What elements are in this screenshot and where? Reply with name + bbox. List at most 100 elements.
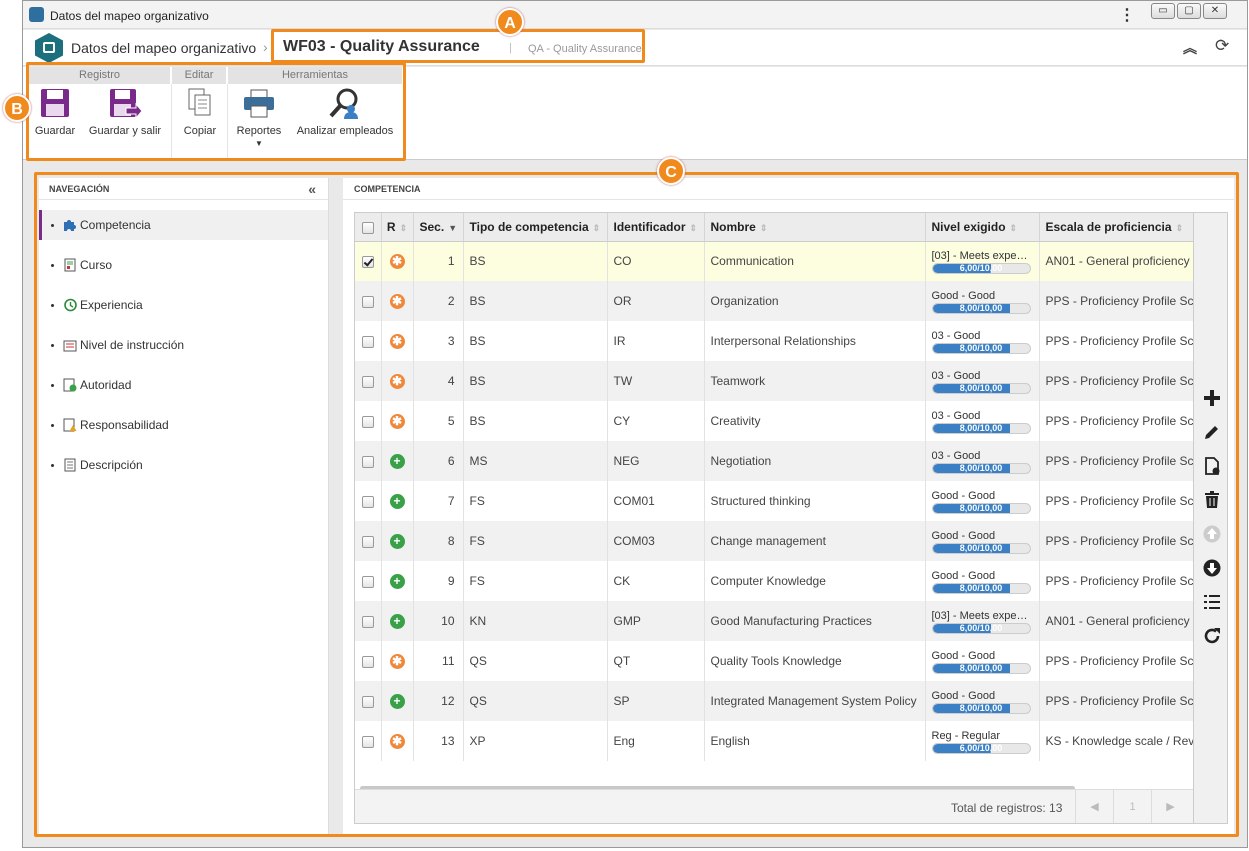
puzzle-icon [63, 213, 77, 231]
nav-item-autoridad[interactable]: Autoridad [39, 370, 328, 400]
save-button[interactable]: Guardar [31, 87, 79, 137]
cell-type: BS [463, 321, 608, 361]
group-herramientas: Herramientas [228, 67, 403, 84]
row-checkbox[interactable] [361, 655, 374, 668]
level-progress-bar: 8,00/10,00 [931, 542, 1031, 554]
row-checkbox[interactable] [361, 495, 374, 508]
cell-seq: 9 [413, 561, 464, 601]
column-header-id[interactable]: Identificador ⇕ [607, 213, 705, 242]
row-checkbox[interactable] [361, 455, 374, 468]
cell-type: BS [463, 401, 608, 441]
table-row[interactable]: ✱ 11 QS QT Quality Tools Knowledge Good - Goo… [355, 641, 1193, 681]
minimize-button[interactable]: ▭ [1151, 3, 1175, 19]
row-checkbox[interactable] [361, 295, 374, 308]
cell-level: Good - Good 8,00/10,00 [931, 529, 1039, 554]
table-row[interactable]: +7 FS COM01 Structured thinking Good - Good 8… [355, 481, 1193, 521]
table-row[interactable]: ✱ 1 BS CO Communication [03] - Meets expe… 6,0… [355, 241, 1193, 281]
delete-icon[interactable] [1202, 491, 1222, 511]
table-row[interactable]: +12 QS SP Integrated Management System Poli… [355, 681, 1193, 721]
move-up-icon[interactable] [1202, 525, 1222, 545]
analyze-employees-button[interactable]: Analizar empleados [293, 87, 397, 137]
ribbon-toolbar: Registro Editar Herramientas Guardar Gua… [23, 67, 1247, 160]
column-header-name[interactable]: Nombre ⇕ [704, 213, 926, 242]
level-progress-bar: 8,00/10,00 [931, 702, 1031, 714]
table-row[interactable]: ✱ 13 XP Eng English Reg - Regular 6,00/10,00 KS… [355, 721, 1193, 761]
table-row[interactable]: +8 FS COM03 Change management Good - Good 8,0… [355, 521, 1193, 561]
app-logo-icon [35, 33, 63, 63]
cell-level: [03] - Meets expe… 6,00/10,00 [931, 249, 1039, 274]
row-checkbox[interactable] [361, 335, 374, 348]
column-header-level[interactable]: Nivel exigido ⇕ [925, 213, 1040, 242]
cell-name: Structured thinking [704, 481, 926, 521]
reload-icon[interactable]: ⟳ [1215, 36, 1229, 56]
prev-page-button[interactable]: ◀ [1075, 790, 1113, 823]
table-row[interactable]: ✱ 4 BS TW Teamwork 03 - Good 8,00/10,00 PPS - P… [355, 361, 1193, 401]
table-row[interactable]: +9 FS CK Computer Knowledge Good - Good 8,00/… [355, 561, 1193, 601]
table-row[interactable]: +6 MS NEG Negotiation 03 - Good 8,00/10,00 PPS… [355, 441, 1193, 481]
history-icon [63, 293, 77, 312]
copy-button[interactable]: Copiar [179, 87, 221, 137]
cell-type: MS [463, 441, 608, 481]
save-exit-button[interactable]: Guardar y salir [85, 87, 165, 137]
table-row[interactable]: ✱ 2 BS OR Organization Good - Good 8,00/10,00 P… [355, 281, 1193, 321]
next-page-button[interactable]: ▶ [1151, 790, 1189, 823]
cell-level: 03 - Good 8,00/10,00 [931, 449, 1039, 474]
level-progress-bar: 8,00/10,00 [931, 422, 1031, 434]
refresh-icon[interactable] [1202, 627, 1222, 647]
collapse-header-icon[interactable]: ︽ [1183, 38, 1197, 58]
nav-item-curso[interactable]: Curso [39, 250, 328, 280]
details-icon[interactable] [1202, 457, 1222, 477]
dropdown-caret-icon[interactable]: ▼ [233, 139, 285, 148]
table-row[interactable]: +10 KN GMP Good Manufacturing Practices [03]… [355, 601, 1193, 641]
nav-item-nivel-instruccion[interactable]: Nivel de instrucción [39, 330, 328, 360]
copy-icon [186, 87, 214, 121]
cell-name: Quality Tools Knowledge [704, 641, 926, 681]
row-checkbox[interactable] [361, 256, 374, 269]
navigation-header: NAVEGACIÓN « [39, 178, 328, 200]
column-header-r[interactable]: R ⇕ [381, 213, 414, 242]
cell-level: Good - Good 8,00/10,00 [931, 489, 1039, 514]
nav-item-descripcion[interactable]: Descripción [39, 450, 328, 480]
cell-scale: PPS - Proficiency Profile Sc [1039, 681, 1193, 721]
cell-name: Good Manufacturing Practices [704, 601, 926, 641]
cell-level: 03 - Good 8,00/10,00 [931, 369, 1039, 394]
table-row[interactable]: ✱ 5 BS CY Creativity 03 - Good 8,00/10,00 PPS -… [355, 401, 1193, 441]
nav-item-experiencia[interactable]: Experiencia [39, 290, 328, 320]
edit-icon[interactable] [1202, 423, 1222, 443]
list-icon[interactable] [1202, 593, 1222, 613]
column-header-seq[interactable]: Sec. ▼ [413, 213, 464, 242]
maximize-button[interactable]: ▢ [1177, 3, 1201, 19]
nav-item-competencia[interactable]: Competencia [39, 210, 328, 240]
select-all-checkbox[interactable] [355, 213, 382, 242]
annotation-badge-c: C [657, 157, 685, 185]
column-header-scale[interactable]: Escala de proficiencia ⇕ [1039, 213, 1193, 242]
move-down-icon[interactable] [1202, 559, 1222, 579]
cell-id: CO [607, 241, 705, 281]
reports-button[interactable]: Reportes ▼ [233, 87, 285, 148]
row-checkbox[interactable] [361, 535, 374, 548]
close-button[interactable]: ✕ [1203, 3, 1227, 19]
row-checkbox[interactable] [361, 375, 374, 388]
row-checkbox[interactable] [361, 615, 374, 628]
row-checkbox[interactable] [361, 695, 374, 708]
cell-name: Change management [704, 521, 926, 561]
collapse-nav-icon[interactable]: « [308, 178, 316, 200]
navigation-panel: NAVEGACIÓN « Competencia Curso Experienc… [39, 178, 329, 834]
row-checkbox[interactable] [361, 415, 374, 428]
kebab-menu-icon[interactable]: ⋮ [1119, 5, 1135, 25]
total-records: Total de registros: 13 [951, 801, 1063, 815]
cell-name: Integrated Management System Policy [704, 681, 926, 721]
nav-item-responsabilidad[interactable]: Responsabilidad [39, 410, 328, 440]
level-progress-bar: 6,00/10,00 [931, 742, 1031, 754]
cell-scale: PPS - Proficiency Profile Sc [1039, 321, 1193, 361]
row-checkbox[interactable] [361, 735, 374, 748]
column-header-type[interactable]: Tipo de competencia ⇕ [463, 213, 608, 242]
add-icon[interactable] [1202, 389, 1222, 409]
breadcrumb-root[interactable]: Datos del mapeo organizativo [71, 40, 256, 56]
row-checkbox[interactable] [361, 575, 374, 588]
cell-level: Good - Good 8,00/10,00 [931, 689, 1039, 714]
current-page: 1 [1113, 790, 1151, 823]
level-progress-bar: 8,00/10,00 [931, 462, 1031, 474]
competence-grid: R ⇕ Sec. ▼ Tipo de competencia ⇕ Identifica… [354, 212, 1194, 824]
table-row[interactable]: ✱ 3 BS IR Interpersonal Relationships 03 - Go… [355, 321, 1193, 361]
